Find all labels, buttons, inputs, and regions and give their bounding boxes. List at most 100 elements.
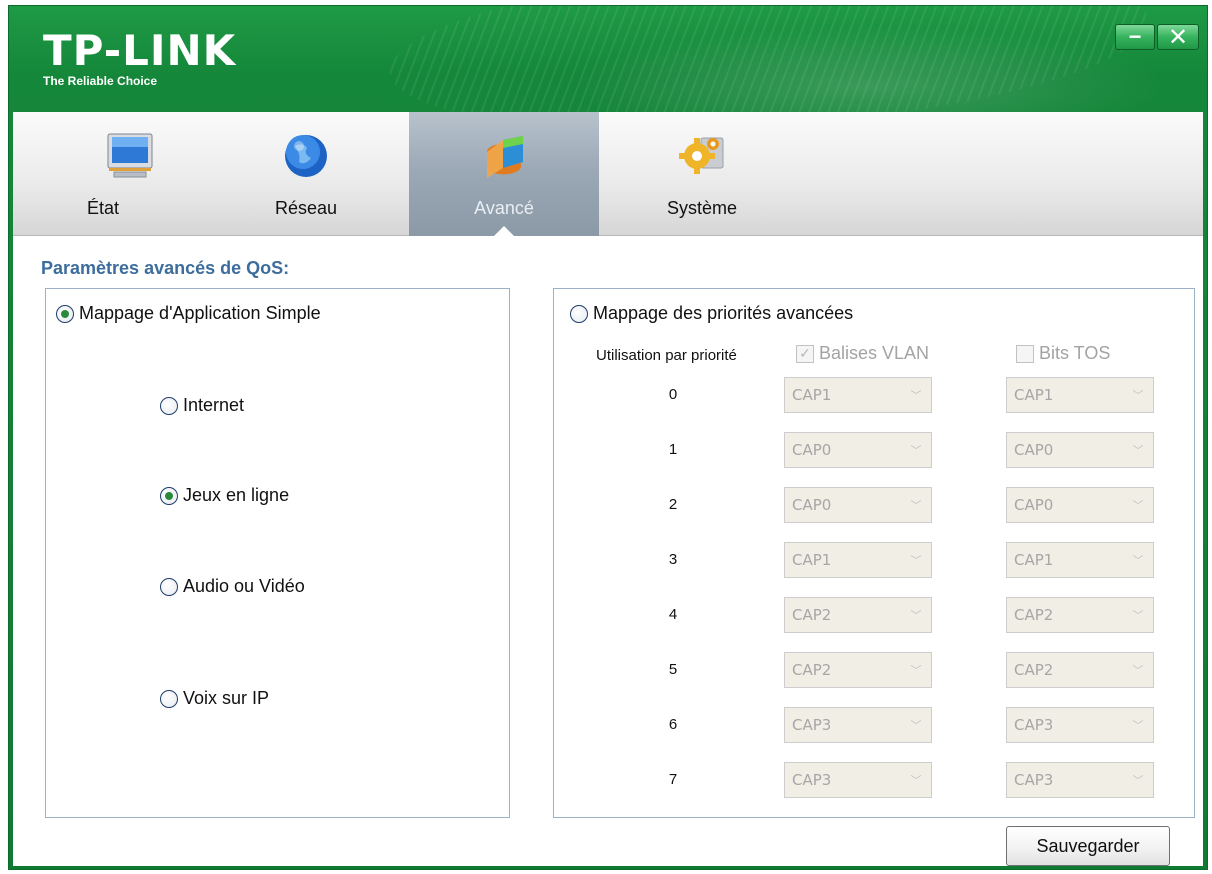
gears-icon <box>679 137 724 174</box>
chevron-down-icon[interactable]: ﹀ <box>903 710 929 740</box>
tos-priority-select[interactable]: CAP2 ﹀ <box>1006 652 1154 688</box>
minimize-icon: − <box>1128 24 1142 49</box>
tos-priority-select[interactable]: CAP1 ﹀ <box>1006 377 1154 413</box>
tos-select-value: CAP2 <box>1014 606 1054 624</box>
tos-select-value: CAP2 <box>1014 661 1054 679</box>
app-window: TP-LINK The Reliable Choice − ✕ État Rés… <box>8 5 1208 870</box>
vlan-priority-select[interactable]: CAP0 ﹀ <box>784 432 932 468</box>
priority-number: 1 <box>668 441 678 458</box>
radio-button[interactable] <box>56 304 74 323</box>
option-jeux-label: Jeux en ligne <box>183 485 290 505</box>
option-voix-sur-ip[interactable]: Voix sur IP <box>160 688 269 709</box>
monitor-icon <box>107 133 153 178</box>
chevron-down-icon[interactable]: ﹀ <box>1125 490 1151 520</box>
option-jeux-en-ligne[interactable]: Jeux en ligne <box>160 485 289 506</box>
simple-mapping-label: Mappage d'Application Simple <box>79 303 321 323</box>
simple-mapping-radio[interactable]: Mappage d'Application Simple <box>56 303 321 324</box>
vlan-select-value: CAP0 <box>792 496 832 514</box>
radio-button[interactable] <box>160 577 178 596</box>
tos-select-value: CAP0 <box>1014 496 1054 514</box>
radio-button[interactable] <box>570 304 588 323</box>
priority-number: 4 <box>668 606 678 623</box>
vlan-tags-label: Balises VLAN <box>819 343 930 363</box>
chevron-down-icon[interactable]: ﹀ <box>1125 655 1151 685</box>
radio-button[interactable] <box>160 396 178 415</box>
tos-bits-label: Bits TOS <box>1039 343 1111 363</box>
tos-priority-select[interactable]: CAP2 ﹀ <box>1006 597 1154 633</box>
tos-priority-select[interactable]: CAP0 ﹀ <box>1006 432 1154 468</box>
advanced-mapping-radio[interactable]: Mappage des priorités avancées <box>570 303 853 324</box>
chevron-down-icon[interactable]: ﹀ <box>1125 435 1151 465</box>
option-internet-label: Internet <box>183 395 245 415</box>
title-bar: TP-LINK The Reliable Choice − ✕ <box>9 6 1207 114</box>
vlan-priority-select[interactable]: CAP2 ﹀ <box>784 652 932 688</box>
chevron-down-icon[interactable]: ﹀ <box>903 545 929 575</box>
priority-number: 5 <box>668 661 678 678</box>
chevron-down-icon[interactable]: ﹀ <box>903 380 929 410</box>
tos-select-value: CAP1 <box>1014 386 1054 404</box>
tos-bits-checkbox[interactable]: Bits TOS <box>1016 343 1110 364</box>
vlan-select-value: CAP3 <box>792 771 832 789</box>
chevron-down-icon[interactable]: ﹀ <box>903 490 929 520</box>
checkmark-icon: ✓ <box>796 344 814 363</box>
globe-icon <box>285 135 327 177</box>
chevron-down-icon[interactable]: ﹀ <box>1125 600 1151 630</box>
tab-systeme[interactable]: Système <box>607 112 797 236</box>
vlan-priority-select[interactable]: CAP1 ﹀ <box>784 377 932 413</box>
chevron-down-icon[interactable]: ﹀ <box>903 600 929 630</box>
radio-button[interactable] <box>160 689 178 708</box>
active-tab-pointer <box>493 226 515 237</box>
tab-reseau[interactable]: Réseau <box>211 112 401 236</box>
minimize-button[interactable]: − <box>1115 24 1155 50</box>
tos-select-value: CAP3 <box>1014 771 1054 789</box>
advanced-mapping-panel: Mappage des priorités avancées Utilisati… <box>553 288 1195 818</box>
advanced-mapping-label: Mappage des priorités avancées <box>593 303 854 323</box>
chevron-down-icon[interactable]: ﹀ <box>903 765 929 795</box>
tos-priority-select[interactable]: CAP3 ﹀ <box>1006 707 1154 743</box>
vlan-select-value: CAP1 <box>792 551 832 569</box>
priority-number: 0 <box>668 386 678 403</box>
tab-bar: État Réseau Avancé Système <box>13 112 1203 237</box>
tab-systeme-label: Système <box>666 198 738 218</box>
vlan-priority-select[interactable]: CAP3 ﹀ <box>784 762 932 798</box>
tos-priority-select[interactable]: CAP1 ﹀ <box>1006 542 1154 578</box>
vlan-priority-select[interactable]: CAP1 ﹀ <box>784 542 932 578</box>
vlan-priority-select[interactable]: CAP2 ﹀ <box>784 597 932 633</box>
vlan-select-value: CAP3 <box>792 716 832 734</box>
chevron-down-icon[interactable]: ﹀ <box>1125 545 1151 575</box>
vlan-select-value: CAP0 <box>792 441 832 459</box>
main-content: État Réseau Avancé Système Paramètres av… <box>13 112 1203 866</box>
option-internet[interactable]: Internet <box>160 395 244 416</box>
chevron-down-icon[interactable]: ﹀ <box>903 655 929 685</box>
vlan-priority-select[interactable]: CAP3 ﹀ <box>784 707 932 743</box>
tos-priority-select[interactable]: CAP0 ﹀ <box>1006 487 1154 523</box>
vlan-select-value: CAP2 <box>792 606 832 624</box>
priority-number: 2 <box>668 496 678 513</box>
logo-tagline: The Reliable Choice <box>43 74 158 88</box>
vlan-tags-checkbox[interactable]: ✓ Balises VLAN <box>796 343 929 364</box>
tos-priority-select[interactable]: CAP3 ﹀ <box>1006 762 1154 798</box>
option-audio-label: Audio ou Vidéo <box>183 576 305 596</box>
tp-link-logo: TP-LINK The Reliable Choice <box>43 26 237 89</box>
chevron-down-icon[interactable]: ﹀ <box>1125 765 1151 795</box>
radio-button[interactable] <box>160 486 178 505</box>
tab-etat[interactable]: État <box>25 112 205 236</box>
chevron-down-icon[interactable]: ﹀ <box>903 435 929 465</box>
option-voip-label: Voix sur IP <box>183 688 270 708</box>
logo-text: TP-LINK <box>43 26 237 75</box>
chevron-down-icon[interactable]: ﹀ <box>1125 380 1151 410</box>
priority-number: 6 <box>668 716 678 733</box>
tab-avance[interactable]: Avancé <box>409 112 599 237</box>
vlan-priority-select[interactable]: CAP0 ﹀ <box>784 487 932 523</box>
close-button[interactable]: ✕ <box>1157 23 1199 51</box>
tos-select-value: CAP0 <box>1014 441 1054 459</box>
save-button[interactable]: Sauvegarder <box>1006 826 1170 866</box>
close-icon: ✕ <box>1167 23 1189 51</box>
tab-etat-label: État <box>87 198 120 218</box>
tab-reseau-label: Réseau <box>274 198 338 218</box>
option-audio-video[interactable]: Audio ou Vidéo <box>160 576 305 597</box>
priority-number: 7 <box>668 771 678 788</box>
priority-number: 3 <box>668 551 678 568</box>
chevron-down-icon[interactable]: ﹀ <box>1125 710 1151 740</box>
section-title: Paramètres avancés de QoS: <box>41 258 290 278</box>
